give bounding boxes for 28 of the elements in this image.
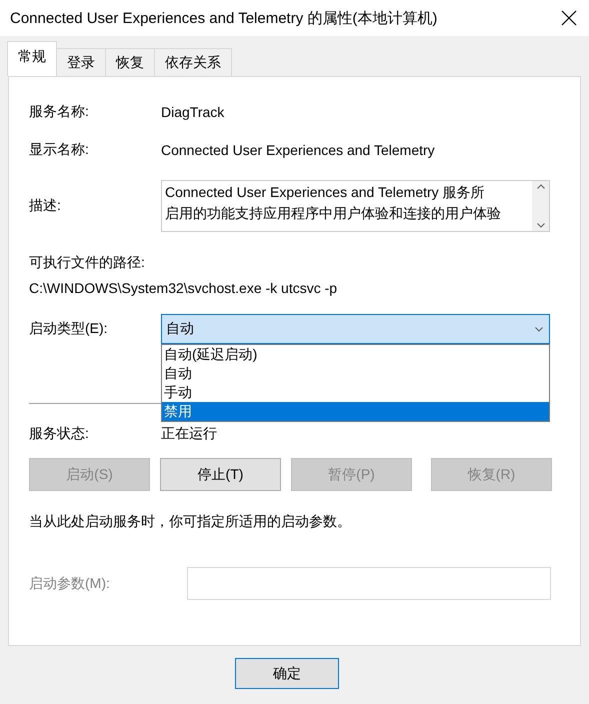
field-value: Connected User Experiences and Telemetry — [161, 142, 435, 158]
field-label: 启动参数(M): — [29, 574, 111, 592]
path-value: C:\WINDOWS\System32\svchost.exe -k utcsvc -p — [29, 280, 338, 296]
field-value: DiagTrack — [161, 104, 224, 120]
dropdown-option[interactable]: 手动 — [162, 383, 549, 402]
field-label: 服务名称: — [29, 103, 90, 121]
start-parameters-field[interactable] — [187, 567, 551, 600]
scroll-down-icon[interactable] — [536, 223, 544, 228]
field-label: 服务状态: — [29, 425, 90, 443]
dropdown-option[interactable]: 禁用 — [162, 402, 549, 421]
tab[interactable]: 依存关系 — [154, 48, 232, 76]
dropdown-option[interactable]: 自动(延迟启动) — [162, 345, 549, 364]
service-button[interactable]: 停止(T) — [160, 458, 281, 491]
field-label: 描述: — [29, 197, 62, 215]
hint-text: 当从此处启动服务时，你可指定所适用的启动参数。 — [29, 513, 352, 531]
window-title: Connected User Experiences and Telemetry 的属性(本地计算机) — [10, 8, 438, 28]
description-box[interactable]: Connected User Experiences and Telemetry 服务所 启用的功能支持应用程序中用户体验和连接的用户体验 — [161, 180, 550, 232]
field-label: 可执行文件的路径: — [29, 254, 146, 272]
caret-icon — [535, 326, 543, 332]
ok-button[interactable]: 确定 — [235, 658, 339, 689]
startup-type-dropdown[interactable]: 自动 — [161, 314, 550, 344]
field-label: 启动类型(E): — [29, 320, 109, 338]
close-icon[interactable] — [561, 10, 577, 26]
field-label: 显示名称: — [29, 141, 90, 159]
tab[interactable]: 常规 — [7, 41, 57, 76]
scroll-up-icon[interactable] — [536, 184, 544, 189]
field-value: 正在运行 — [161, 425, 217, 443]
dropdown-option[interactable]: 自动 — [162, 364, 549, 383]
